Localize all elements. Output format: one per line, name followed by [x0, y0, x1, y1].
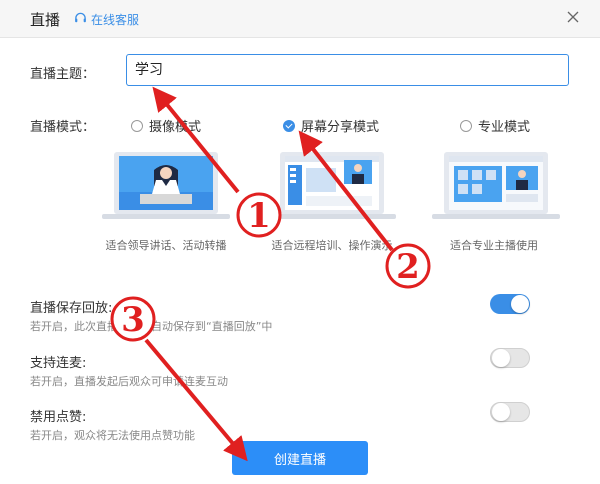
svg-text:2: 2	[396, 247, 420, 287]
save-replay-title: 直播保存回放:	[30, 301, 113, 316]
mode-option-professional[interactable]: 专业模式	[460, 116, 530, 135]
mode-label: 直播模式：	[30, 120, 96, 135]
professional-mode-label: 专业模式	[478, 120, 531, 135]
disable-like-title: 禁用点赞:	[30, 410, 87, 425]
co-host-mic-title: 支持连麦:	[30, 356, 87, 371]
topic-label: 直播主题：	[30, 67, 96, 82]
topic-input[interactable]: 学习	[126, 54, 569, 86]
professional-mode-desc: 适合专业主播使用	[450, 239, 538, 252]
online-support-label: 在线客服	[91, 13, 140, 27]
screen-share-mode-radio[interactable]	[283, 119, 295, 132]
co-host-mic-desc: 若开启，直播发起后观众可申请连麦互动	[30, 375, 228, 388]
disable-like-toggle[interactable]	[490, 402, 530, 422]
toggle-knob	[492, 349, 510, 367]
camera-mode-radio[interactable]	[131, 119, 143, 132]
camera-mode-desc: 适合领导讲话、活动转播	[105, 239, 227, 252]
co-host-mic-toggle[interactable]	[490, 348, 530, 368]
professional-mode-illustration	[432, 152, 560, 219]
camera-mode-label: 摄像模式	[149, 120, 202, 135]
close-icon	[567, 8, 579, 27]
online-support-link[interactable]: 在线客服	[74, 11, 139, 28]
dialog-titlebar: 直播 在线客服	[0, 0, 600, 38]
screen-share-mode-label: 屏幕分享模式	[301, 120, 380, 135]
dialog-title: 直播	[30, 11, 61, 29]
close-button[interactable]	[564, 8, 582, 26]
disable-like-desc: 若开启，观众将无法使用点赞功能	[30, 429, 195, 442]
screen-share-mode-illustration	[268, 152, 396, 219]
mode-option-camera[interactable]: 摄像模式	[131, 116, 201, 135]
save-replay-toggle[interactable]	[490, 294, 530, 314]
headset-icon	[74, 12, 87, 28]
mode-option-screen-share[interactable]: 屏幕分享模式	[283, 116, 379, 135]
professional-mode-radio[interactable]	[460, 119, 472, 132]
camera-mode-illustration	[102, 152, 230, 219]
toggle-knob	[492, 403, 510, 421]
toggle-knob	[511, 295, 529, 313]
create-live-button[interactable]: 创建直播	[232, 441, 368, 475]
save-replay-desc: 若开启，此次直播回放将自动保存到“直播回放”中	[30, 320, 273, 333]
screen-share-mode-desc: 适合远程培训、操作演示	[271, 239, 393, 252]
